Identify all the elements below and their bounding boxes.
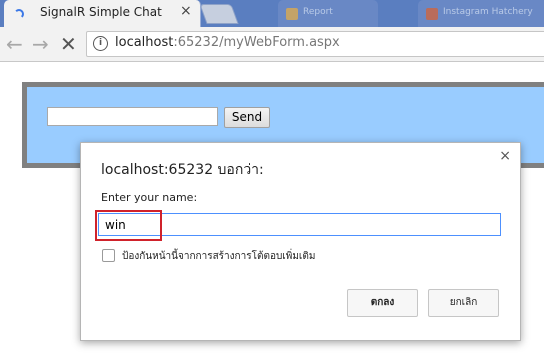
- loading-spinner-icon: [14, 9, 24, 19]
- dialog-title: localhost:65232 บอกว่า:: [101, 162, 264, 178]
- url-host: localhost: [115, 35, 174, 50]
- tab-strip: SignalR Simple Chat × Report Instagram H…: [0, 0, 544, 27]
- tab-label: Instagram Hatchery: [443, 7, 533, 17]
- browser-toolbar: ← → ✕ i localhost:65232/myWebForm.aspx: [0, 27, 544, 62]
- send-button[interactable]: Send: [224, 107, 270, 128]
- annotation-highlight-box: [95, 210, 162, 241]
- tab-background-2[interactable]: Instagram Hatchery: [418, 0, 544, 27]
- tab-background-1[interactable]: Report: [278, 0, 378, 27]
- stop-loading-icon[interactable]: ✕: [60, 33, 77, 55]
- ok-button[interactable]: ตกลง: [347, 289, 418, 317]
- message-input[interactable]: [47, 107, 218, 126]
- tab-close-icon[interactable]: ×: [180, 3, 192, 19]
- tab-label: Report: [303, 7, 333, 17]
- url-port: :65232: [173, 35, 220, 50]
- checkbox-label: ป้องกันหน้านี้จากการสร้างการโต้ตอบเพิ่มเ…: [122, 251, 316, 262]
- url-path: /myWebForm.aspx: [219, 35, 340, 50]
- info-icon[interactable]: i: [93, 36, 108, 51]
- address-bar[interactable]: i localhost:65232/myWebForm.aspx: [86, 31, 544, 57]
- tab-title: SignalR Simple Chat: [40, 5, 162, 19]
- cancel-button[interactable]: ยกเลิก: [428, 289, 499, 317]
- prompt-dialog: × localhost:65232 บอกว่า: Enter your nam…: [80, 142, 521, 341]
- forward-arrow-icon[interactable]: →: [32, 33, 49, 55]
- dialog-prompt: Enter your name:: [101, 191, 198, 204]
- new-tab-button[interactable]: [199, 4, 239, 24]
- suppress-dialogs-checkbox[interactable]: [102, 249, 115, 262]
- url-text: localhost:65232/myWebForm.aspx: [115, 35, 340, 50]
- close-icon[interactable]: ×: [499, 148, 511, 164]
- tab-favicon-icon: [426, 8, 438, 20]
- tab-signalr-chat[interactable]: SignalR Simple Chat ×: [4, 0, 201, 27]
- tab-favicon-icon: [286, 8, 298, 20]
- back-arrow-icon[interactable]: ←: [6, 33, 23, 55]
